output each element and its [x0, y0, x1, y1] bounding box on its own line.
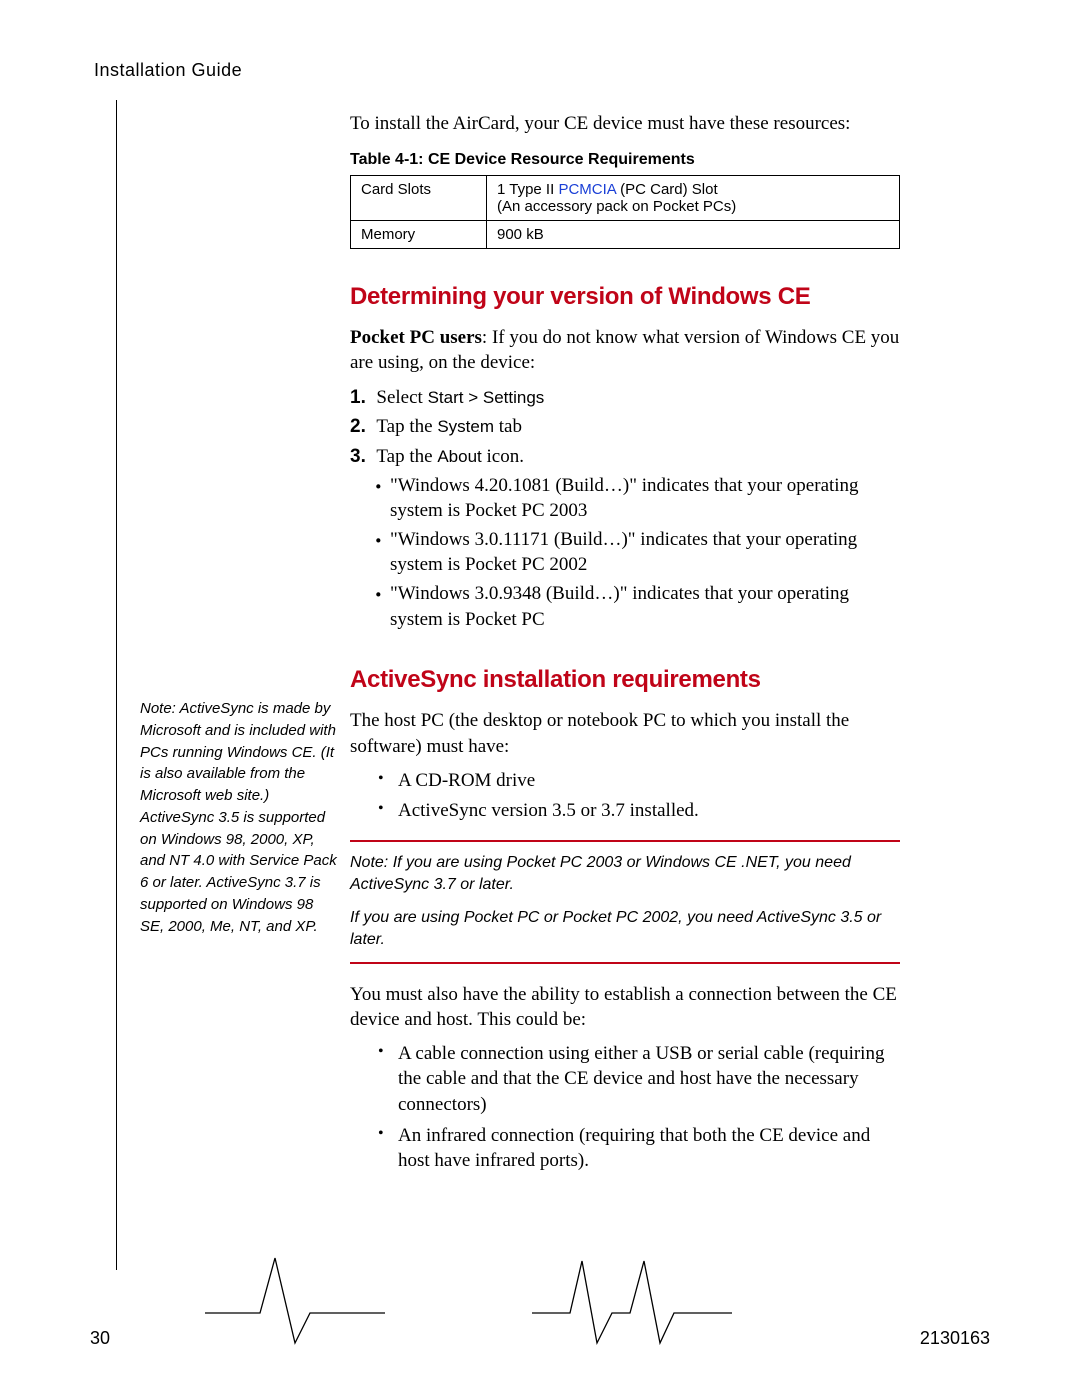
- list-item: ActiveSync version 3.5 or 3.7 installed.: [378, 798, 900, 824]
- text: Tap the: [376, 416, 437, 437]
- main-content: To install the AirCard, your CE device m…: [350, 111, 900, 1174]
- section-heading-determining: Determining your version of Windows CE: [350, 283, 900, 311]
- list-item: 1. Select Start > Settings: [350, 384, 900, 412]
- bullet-list: A cable connection using either a USB or…: [350, 1041, 900, 1174]
- header-title: Installation Guide: [94, 60, 990, 81]
- ui-label: Start > Settings: [428, 388, 545, 407]
- text: 1 Type II: [497, 181, 558, 198]
- list-item: An infrared connection (requiring that b…: [378, 1123, 900, 1174]
- steps-list: 1. Select Start > Settings 2. Tap the Sy…: [350, 384, 900, 632]
- list-item: "Windows 4.20.1081 (Build…)" indicates t…: [374, 473, 900, 524]
- table-cell-label: Memory: [351, 220, 487, 248]
- text: tab: [494, 416, 522, 437]
- text: icon.: [482, 446, 524, 467]
- body-paragraph: You must also have the ability to establ…: [350, 982, 900, 1033]
- list-item: "Windows 3.0.9348 (Build…)" indicates th…: [374, 581, 900, 632]
- margin-rule: [116, 100, 117, 1270]
- section-heading-activesync: ActiveSync installation requirements: [350, 666, 900, 694]
- table-cell-value: 900 kB: [487, 220, 900, 248]
- list-item: A cable connection using either a USB or…: [378, 1041, 900, 1118]
- ui-label: About: [437, 447, 481, 466]
- doc-number: 2130163: [920, 1328, 990, 1349]
- table-cell-value: 1 Type II PCMCIA (PC Card) Slot (An acce…: [487, 175, 900, 220]
- table-row: Card Slots 1 Type II PCMCIA (PC Card) Sl…: [351, 175, 900, 220]
- body-paragraph: Pocket PC users: If you do not know what…: [350, 325, 900, 376]
- note-line: If you are using Pocket PC or Pocket PC …: [350, 909, 881, 948]
- bullet-list: A CD-ROM drive ActiveSync version 3.5 or…: [350, 768, 900, 824]
- list-item: A CD-ROM drive: [378, 768, 900, 794]
- note-block: Note: If you are using Pocket PC 2003 or…: [350, 840, 900, 964]
- requirements-table: Card Slots 1 Type II PCMCIA (PC Card) Sl…: [350, 175, 900, 249]
- ui-label: System: [437, 417, 494, 436]
- text: Tap the: [376, 446, 437, 467]
- side-note: Note: ActiveSync is made by Microsoft an…: [140, 698, 340, 937]
- text-bold: Pocket PC users: [350, 327, 482, 348]
- list-item: "Windows 3.0.11171 (Build…)" indicates t…: [374, 527, 900, 578]
- table-cell-label: Card Slots: [351, 175, 487, 220]
- body-paragraph: The host PC (the desktop or notebook PC …: [350, 708, 900, 759]
- note-line: Note: If you are using Pocket PC 2003 or…: [350, 854, 851, 893]
- page-footer: 30 2130163: [0, 1328, 1080, 1349]
- pcmcia-link[interactable]: PCMCIA: [558, 181, 616, 198]
- text: Select: [376, 387, 427, 408]
- table-row: Memory 900 kB: [351, 220, 900, 248]
- page-number: 30: [90, 1328, 110, 1349]
- list-item: 3. Tap the About icon. "Windows 4.20.108…: [350, 443, 900, 632]
- list-item: 2. Tap the System tab: [350, 413, 900, 441]
- table-caption: Table 4-1: CE Device Resource Requiremen…: [350, 151, 900, 169]
- sub-list: "Windows 4.20.1081 (Build…)" indicates t…: [350, 473, 900, 633]
- intro-paragraph: To install the AirCard, your CE device m…: [350, 111, 900, 137]
